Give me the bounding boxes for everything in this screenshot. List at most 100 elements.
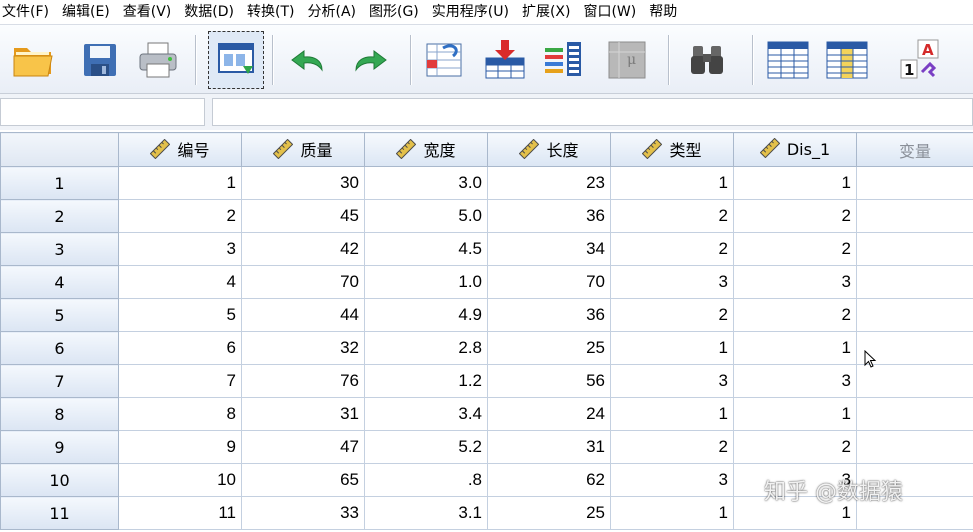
data-cell[interactable]: 2.8 bbox=[364, 331, 488, 365]
empty-cell[interactable] bbox=[856, 265, 973, 299]
data-cell[interactable]: 33 bbox=[241, 496, 365, 530]
undo-button[interactable] bbox=[283, 33, 333, 87]
data-cell[interactable]: 5.2 bbox=[364, 430, 488, 464]
empty-cell[interactable] bbox=[856, 232, 973, 266]
menu-item-3[interactable]: 数据(D) bbox=[180, 0, 243, 24]
row-number-header[interactable]: 10 bbox=[0, 463, 119, 497]
data-cell[interactable]: 3.1 bbox=[364, 496, 488, 530]
menu-item-7[interactable]: 实用程序(U) bbox=[428, 0, 518, 24]
find-button[interactable] bbox=[682, 33, 732, 87]
column-header[interactable]: 长度 bbox=[487, 132, 611, 167]
data-cell[interactable]: 23 bbox=[487, 166, 611, 200]
data-cell[interactable]: 7 bbox=[118, 364, 242, 398]
data-cell[interactable]: 5.0 bbox=[364, 199, 488, 233]
data-cell[interactable]: 1 bbox=[610, 331, 734, 365]
data-cell[interactable]: 25 bbox=[487, 496, 611, 530]
menu-item-5[interactable]: 分析(A) bbox=[303, 0, 365, 24]
empty-variable-header[interactable]: 变量 bbox=[856, 132, 973, 167]
data-cell[interactable]: 36 bbox=[487, 199, 611, 233]
insert-variable-button[interactable] bbox=[822, 33, 872, 87]
row-number-header[interactable]: 7 bbox=[0, 364, 119, 398]
data-cell[interactable]: 25 bbox=[487, 331, 611, 365]
row-number-header[interactable]: 4 bbox=[0, 265, 119, 299]
data-cell[interactable]: .8 bbox=[364, 463, 488, 497]
data-cell[interactable]: 3 bbox=[610, 364, 734, 398]
data-cell[interactable]: 1 bbox=[118, 166, 242, 200]
redo-button[interactable] bbox=[345, 33, 395, 87]
data-cell[interactable]: 3 bbox=[118, 232, 242, 266]
row-number-header[interactable]: 11 bbox=[0, 496, 119, 530]
data-cell[interactable]: 4 bbox=[118, 265, 242, 299]
data-cell[interactable]: 1.0 bbox=[364, 265, 488, 299]
data-cell[interactable]: 34 bbox=[487, 232, 611, 266]
data-cell[interactable]: 65 bbox=[241, 463, 365, 497]
data-cell[interactable]: 47 bbox=[241, 430, 365, 464]
data-cell[interactable]: 2 bbox=[610, 199, 734, 233]
open-folder-button[interactable] bbox=[8, 33, 58, 87]
data-cell[interactable]: 3.4 bbox=[364, 397, 488, 431]
row-number-header[interactable]: 5 bbox=[0, 298, 119, 332]
data-cell[interactable]: 3 bbox=[733, 265, 857, 299]
data-cell[interactable]: 31 bbox=[241, 397, 365, 431]
row-number-header[interactable]: 3 bbox=[0, 232, 119, 266]
cell-reference-field[interactable] bbox=[0, 98, 205, 126]
data-cell[interactable]: 10 bbox=[118, 463, 242, 497]
grid-corner[interactable] bbox=[0, 132, 119, 167]
data-cell[interactable]: 2 bbox=[610, 430, 734, 464]
data-cell[interactable]: 2 bbox=[733, 298, 857, 332]
print-button[interactable] bbox=[133, 33, 183, 87]
column-header[interactable]: Dis_1 bbox=[733, 132, 857, 167]
row-number-header[interactable]: 6 bbox=[0, 331, 119, 365]
column-header[interactable]: 编号 bbox=[118, 132, 242, 167]
data-cell[interactable]: 4.5 bbox=[364, 232, 488, 266]
data-cell[interactable]: 6 bbox=[118, 331, 242, 365]
data-cell[interactable]: 36 bbox=[487, 298, 611, 332]
column-header[interactable]: 宽度 bbox=[364, 132, 488, 167]
column-header[interactable]: 类型 bbox=[610, 132, 734, 167]
data-cell[interactable]: 1 bbox=[610, 496, 734, 530]
data-cell[interactable]: 1 bbox=[733, 397, 857, 431]
data-cell[interactable]: 3.0 bbox=[364, 166, 488, 200]
data-cell[interactable]: 56 bbox=[487, 364, 611, 398]
empty-cell[interactable] bbox=[856, 199, 973, 233]
data-cell[interactable]: 70 bbox=[487, 265, 611, 299]
data-cell[interactable]: 24 bbox=[487, 397, 611, 431]
data-cell[interactable]: 2 bbox=[733, 199, 857, 233]
insert-cases-button[interactable] bbox=[763, 33, 813, 87]
data-cell[interactable]: 11 bbox=[118, 496, 242, 530]
data-cell[interactable]: 3 bbox=[610, 265, 734, 299]
data-cell[interactable]: 4.9 bbox=[364, 298, 488, 332]
data-cell[interactable]: 2 bbox=[733, 232, 857, 266]
empty-cell[interactable] bbox=[856, 298, 973, 332]
data-cell[interactable]: 9 bbox=[118, 430, 242, 464]
data-cell[interactable]: 8 bbox=[118, 397, 242, 431]
data-cell[interactable]: 3 bbox=[610, 463, 734, 497]
data-cell[interactable]: 2 bbox=[118, 199, 242, 233]
variables-button[interactable] bbox=[538, 33, 588, 87]
run-descriptives-button[interactable]: μ bbox=[602, 33, 652, 87]
data-cell[interactable]: 62 bbox=[487, 463, 611, 497]
menu-item-10[interactable]: 帮助 bbox=[645, 0, 686, 24]
data-cell[interactable]: 1 bbox=[733, 331, 857, 365]
data-cell[interactable]: 30 bbox=[241, 166, 365, 200]
data-cell[interactable]: 1.2 bbox=[364, 364, 488, 398]
data-cell[interactable]: 1 bbox=[610, 397, 734, 431]
data-cell[interactable]: 2 bbox=[733, 430, 857, 464]
dialog-recall-button[interactable] bbox=[208, 31, 264, 89]
menu-item-8[interactable]: 扩展(X) bbox=[518, 0, 580, 24]
data-cell[interactable]: 45 bbox=[241, 199, 365, 233]
menu-item-4[interactable]: 转换(T) bbox=[243, 0, 303, 24]
value-labels-button[interactable]: A1 bbox=[896, 33, 946, 87]
data-cell[interactable]: 42 bbox=[241, 232, 365, 266]
data-cell[interactable]: 5 bbox=[118, 298, 242, 332]
data-cell[interactable]: 32 bbox=[241, 331, 365, 365]
data-cell[interactable]: 76 bbox=[241, 364, 365, 398]
menu-item-6[interactable]: 图形(G) bbox=[365, 0, 428, 24]
column-header[interactable]: 质量 bbox=[241, 132, 365, 167]
menu-item-2[interactable]: 查看(V) bbox=[119, 0, 181, 24]
row-number-header[interactable]: 9 bbox=[0, 430, 119, 464]
data-cell[interactable]: 2 bbox=[610, 232, 734, 266]
go-to-case-button[interactable] bbox=[420, 33, 470, 87]
menu-item-9[interactable]: 窗口(W) bbox=[579, 0, 645, 24]
save-button[interactable] bbox=[75, 33, 125, 87]
